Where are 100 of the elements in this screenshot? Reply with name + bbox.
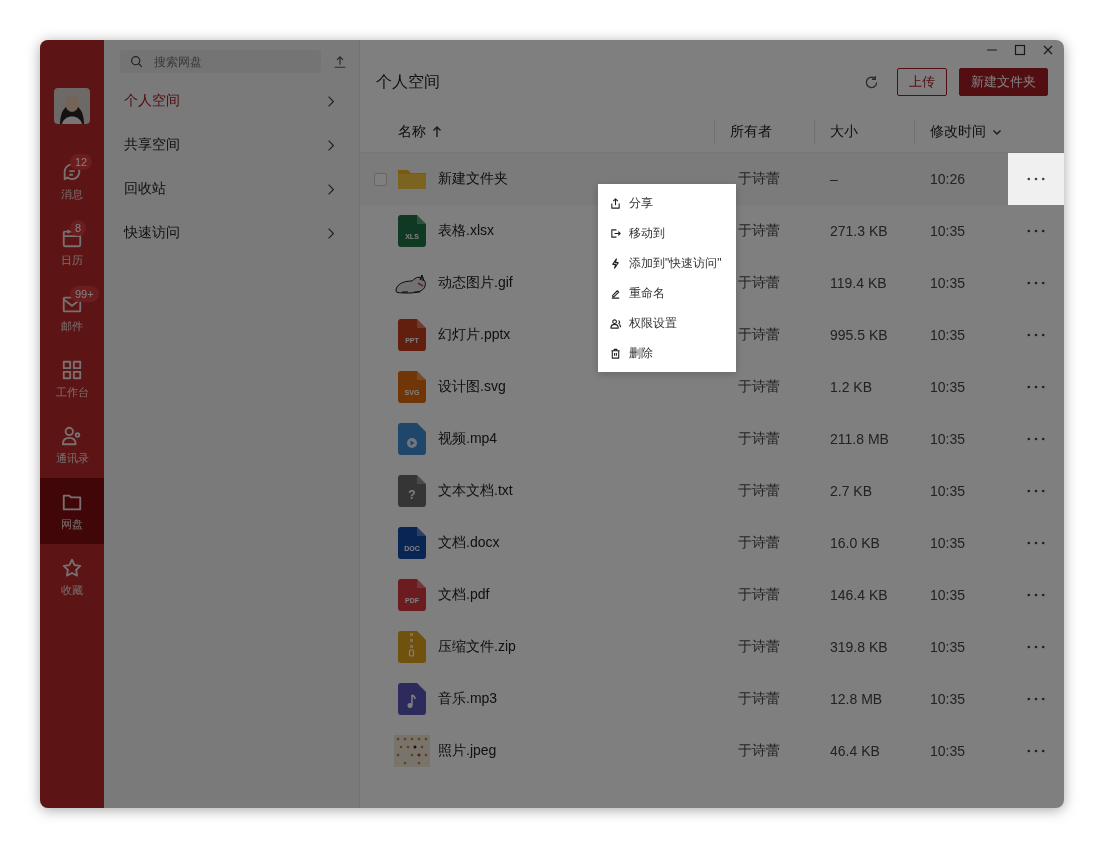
size-cell-text: 2.7 KB — [829, 483, 874, 499]
file-name: 新建文件夹 — [438, 170, 508, 188]
more-icon — [1027, 177, 1045, 181]
more-icon — [1027, 229, 1045, 233]
share-icon — [610, 197, 621, 209]
more-icon — [1027, 281, 1045, 285]
file-name: 文档.docx — [438, 534, 500, 552]
more-icon — [1027, 593, 1045, 597]
chevron-right-icon — [327, 94, 335, 108]
size-cell-text: 12.8 MB — [829, 691, 884, 707]
more-icon — [1027, 489, 1045, 493]
owner-cell-text: 于诗蕾 — [737, 742, 781, 760]
more-icon — [1027, 749, 1045, 753]
column-header[interactable]: 大小 — [814, 120, 914, 144]
time-cell-text: 10:35 — [929, 743, 967, 759]
menu-item[interactable]: 权限设置 — [598, 308, 736, 338]
size-cell-text: 271.3 KB — [829, 223, 889, 239]
nav-item[interactable]: 通讯录 — [40, 412, 104, 478]
upload-icon[interactable] — [333, 54, 347, 69]
upload-button[interactable]: 上传 — [897, 68, 947, 96]
move-icon — [610, 227, 621, 239]
more-icon — [1027, 333, 1045, 337]
checkbox[interactable] — [373, 172, 387, 186]
file-name: 音乐.mp3 — [438, 690, 498, 708]
video-file-icon — [398, 423, 426, 455]
file-name: 压缩文件.zip — [438, 638, 516, 656]
owner-cell-text: 于诗蕾 — [737, 222, 781, 240]
file-name: 动态图片.gif — [438, 274, 513, 292]
file-name: 幻灯片.pptx — [438, 326, 511, 344]
new-folder-button[interactable]: 新建文件夹 — [959, 68, 1048, 96]
size-cell-text: 119.4 KB — [829, 275, 888, 291]
maximize-icon[interactable] — [1014, 44, 1026, 56]
chevron-right-icon — [327, 138, 335, 152]
file-name: 表格.xlsx — [438, 222, 494, 240]
nav-item[interactable]: 收藏 — [40, 544, 104, 610]
count-badge: 12 — [70, 154, 93, 170]
time-cell-text: 10:35 — [929, 223, 967, 239]
column-header[interactable]: 所有者 — [714, 120, 814, 144]
more-icon — [1027, 697, 1045, 701]
file-name: 照片.jpeg — [438, 742, 497, 760]
more-icon — [1027, 385, 1045, 389]
contacts-icon — [61, 424, 83, 447]
file-icon: ? — [398, 475, 426, 507]
music-file-icon — [398, 683, 426, 715]
time-cell-text: 10:35 — [929, 379, 967, 395]
time-cell-text: 10:35 — [929, 691, 967, 707]
more-icon — [1027, 437, 1045, 441]
more-icon — [1027, 645, 1045, 649]
more-button[interactable] — [1008, 153, 1064, 205]
size-cell-text: 146.4 KB — [829, 587, 889, 603]
owner-cell-text: 于诗蕾 — [737, 534, 781, 552]
size-cell-text: 1.2 KB — [829, 379, 874, 395]
nav-item[interactable]: 99+ 邮件 — [40, 280, 104, 346]
menu-item[interactable]: 移动到 — [598, 218, 736, 248]
nav-item[interactable]: 8 日历 — [40, 214, 104, 280]
owner-cell-text: 于诗蕾 — [737, 430, 781, 448]
search-icon — [130, 55, 143, 68]
time-cell-text: 10:35 — [929, 327, 967, 343]
file-name: 文本文档.txt — [438, 482, 513, 500]
space-item[interactable]: 回收站 — [104, 167, 359, 211]
nav-item[interactable]: 工作台 — [40, 346, 104, 412]
time-cell-text: 10:35 — [929, 587, 967, 603]
page-title: 个人空间 — [376, 71, 441, 92]
star-icon — [61, 556, 83, 579]
time-cell-text: 10:35 — [929, 483, 967, 499]
zip-file-icon — [398, 631, 426, 663]
owner-cell-text: 于诗蕾 — [737, 378, 781, 396]
time-cell-text: 10:35 — [929, 535, 967, 551]
nav-item[interactable]: 12 消息 — [40, 148, 104, 214]
close-icon[interactable] — [1042, 44, 1054, 56]
pencil-icon — [610, 287, 621, 299]
count-badge: 99+ — [70, 286, 99, 302]
chevron-right-icon — [327, 226, 335, 240]
owner-cell-text: 于诗蕾 — [737, 482, 781, 500]
users-icon — [610, 317, 621, 329]
column-header[interactable]: 修改时间 — [914, 120, 1008, 144]
space-item[interactable]: 个人空间 — [104, 79, 359, 123]
bolt-icon — [610, 257, 621, 269]
trash-icon — [610, 347, 621, 359]
menu-item[interactable]: 重命名 — [598, 278, 736, 308]
menu-item[interactable]: 添加到"快速访问" — [598, 248, 736, 278]
time-cell-text: 10:35 — [929, 639, 967, 655]
menu-item[interactable]: 分享 — [598, 188, 736, 218]
size-cell-text: 16.0 KB — [829, 535, 881, 551]
owner-cell-text: 于诗蕾 — [737, 326, 781, 344]
chevron-right-icon — [327, 182, 335, 196]
file-name: 设计图.svg — [438, 378, 506, 396]
column-header[interactable]: 名称 — [398, 120, 714, 144]
time-cell-text: 10:35 — [929, 431, 967, 447]
space-item[interactable]: 共享空间 — [104, 123, 359, 167]
file-name: 文档.pdf — [438, 586, 490, 604]
menu-item[interactable]: 删除 — [598, 338, 736, 368]
space-item[interactable]: 快速访问 — [104, 211, 359, 255]
size-cell-text: 319.8 KB — [829, 639, 889, 655]
count-badge: 8 — [70, 220, 87, 236]
more-icon — [1027, 541, 1045, 545]
file-name: 视频.mp4 — [438, 430, 498, 448]
size-cell-text: 211.8 MB — [829, 431, 890, 447]
nav-item[interactable]: 网盘 — [40, 478, 104, 544]
refresh-icon[interactable] — [864, 74, 879, 90]
